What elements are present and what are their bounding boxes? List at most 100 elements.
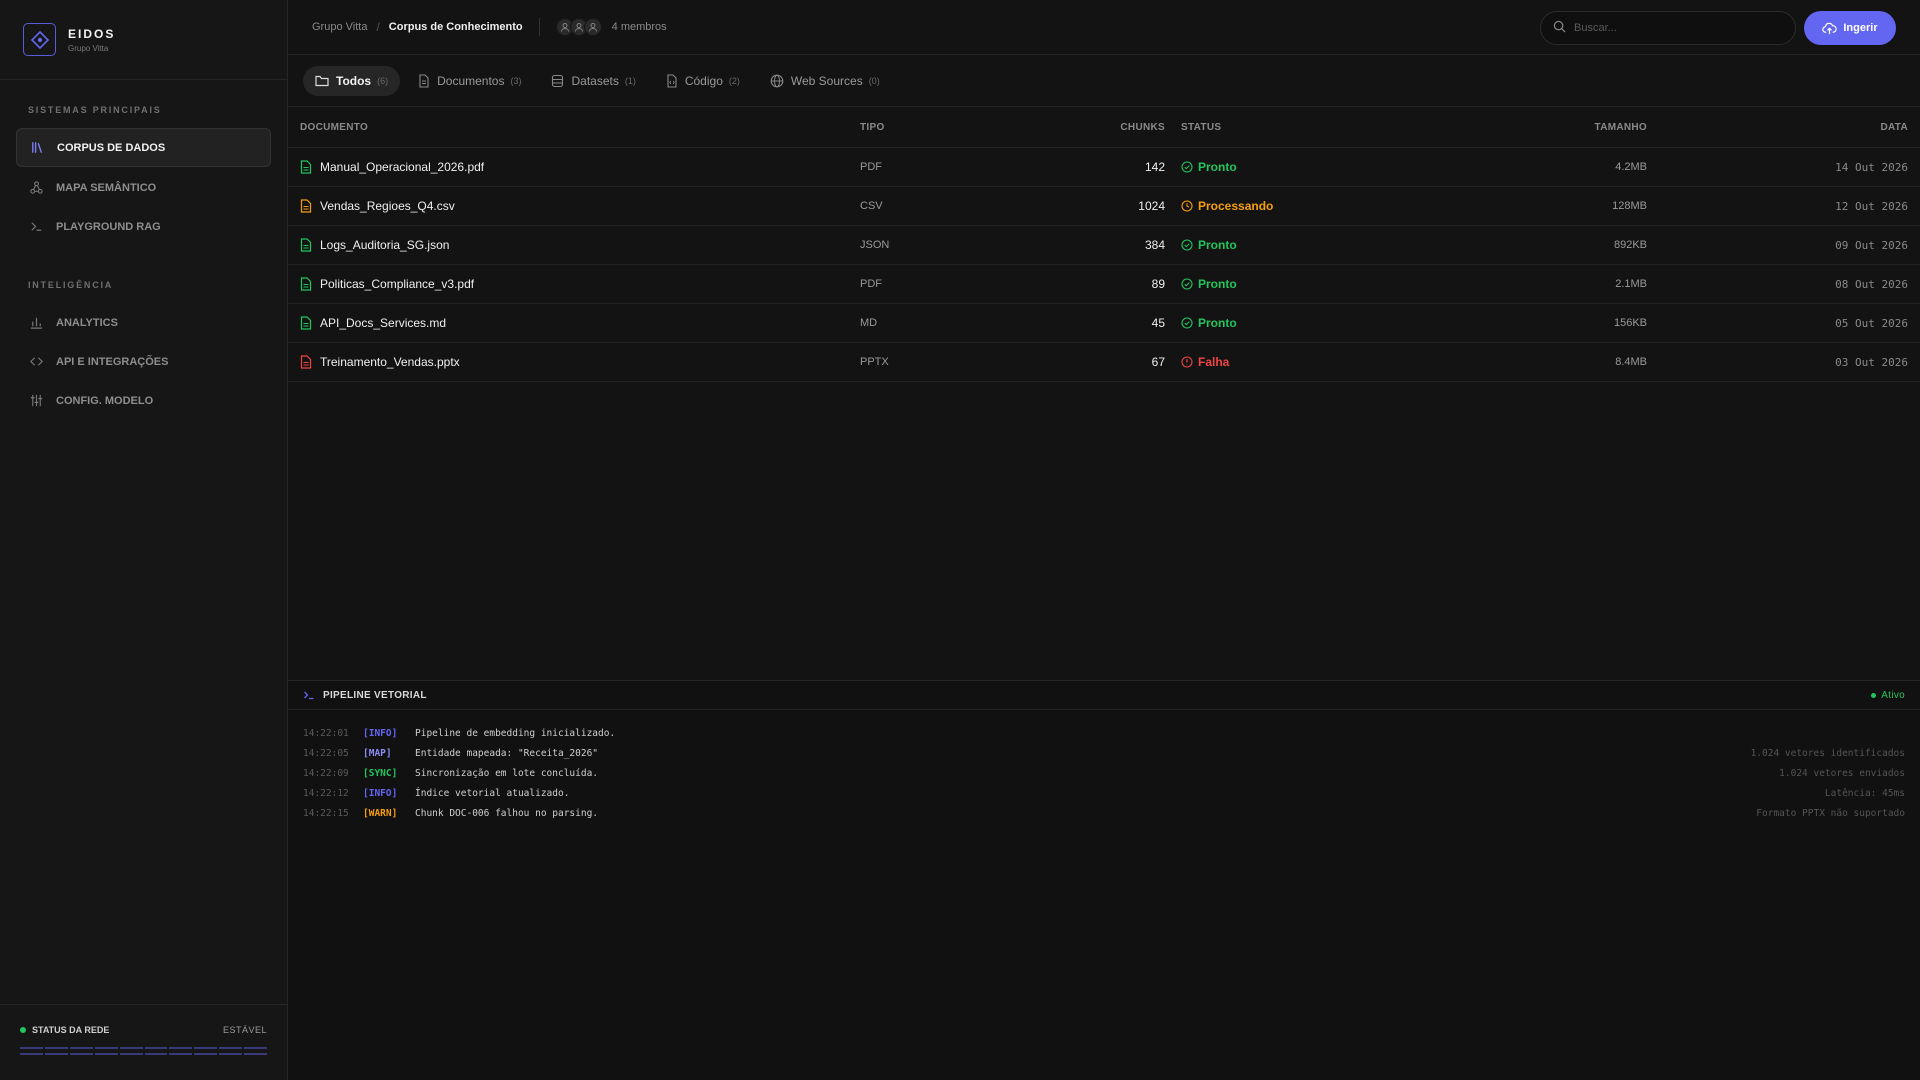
cell-chunks: 89 [1151, 277, 1165, 291]
table-row[interactable]: API_Docs_Services.md MD 45 Pronto 156KB … [288, 304, 1920, 343]
pipeline-status-label: Ativo [1881, 689, 1905, 701]
check-circle-icon [1181, 278, 1193, 290]
file-icon [419, 73, 429, 88]
section-label-principais: Sistemas Principais [28, 105, 162, 115]
cell-tipo: PDF [860, 278, 882, 290]
cell-tipo: PDF [860, 161, 882, 173]
sidebar-item-corpus[interactable]: CORPUS DE DADOS [16, 128, 271, 167]
sliders-icon [28, 393, 44, 409]
log-tag: [INFO] [363, 727, 398, 739]
status-label: Falha [1198, 355, 1230, 369]
status-badge: Pronto [1181, 277, 1237, 291]
search-icon [1553, 20, 1566, 36]
log-message: Chunk DOC-006 falhou no parsing. [415, 807, 599, 819]
file-icon [300, 199, 312, 213]
cell-tamanho: 892KB [1613, 239, 1647, 251]
cell-documento: Treinamento_Vendas.pptx [300, 355, 460, 369]
status-label: Processando [1198, 199, 1274, 213]
log-meta: 1.024 vetores identificados [1750, 747, 1905, 759]
log-time: 14:22:05 [303, 747, 349, 759]
tab-todos[interactable]: Todos (6) [303, 65, 401, 96]
bar-chart-icon [28, 315, 44, 331]
tab-web-sources[interactable]: Web Sources (0) [758, 66, 892, 96]
section-label-inteligencia: Inteligência [28, 280, 114, 290]
network-bars [20, 1047, 268, 1055]
document-name[interactable]: Manual_Operacional_2026.pdf [320, 160, 484, 174]
breadcrumb-root[interactable]: Grupo Vitta [312, 21, 367, 33]
sidebar-item-config[interactable]: CONFIG. MODELO [16, 381, 271, 420]
pipeline-header: PIPELINE VETORIAL Ativo [288, 681, 1920, 710]
terminal-icon [28, 219, 44, 235]
sidebar-item-api[interactable]: API E INTEGRAÇÕES [16, 342, 271, 381]
col-documento[interactable]: DOCUMENTO [300, 122, 368, 133]
tab-datasets[interactable]: Datasets (1) [539, 66, 647, 96]
cell-chunks: 45 [1151, 316, 1165, 330]
brand[interactable]: EIDOS Grupo Vitta [0, 0, 287, 80]
library-icon [29, 140, 45, 156]
status-label: Pronto [1198, 316, 1237, 330]
cell-tamanho: 2.1MB [1615, 278, 1647, 290]
code-icon [28, 354, 44, 370]
tab-codigo[interactable]: Código (2) [654, 66, 752, 96]
table-row[interactable]: Logs_Auditoria_SG.json JSON 384 Pronto 8… [288, 226, 1920, 265]
log-meta: 1.024 vetores enviados [1779, 767, 1905, 779]
divider [538, 18, 540, 36]
check-circle-icon [1181, 239, 1193, 251]
col-tamanho[interactable]: TAMANHO [1595, 122, 1647, 133]
cell-data: 05 Out 2026 [1835, 316, 1908, 330]
status-badge: Pronto [1181, 316, 1237, 330]
database-icon [552, 74, 564, 87]
cell-tamanho: 156KB [1613, 317, 1647, 329]
cell-data: 09 Out 2026 [1835, 238, 1908, 252]
folder-icon [315, 75, 329, 86]
col-status[interactable]: STATUS [1181, 122, 1221, 133]
table-row[interactable]: Treinamento_Vendas.pptx PPTX 67 Falha 8.… [288, 343, 1920, 382]
sidebar-item-mapa[interactable]: MAPA SEMÂNTICO [16, 168, 271, 207]
cell-tamanho: 4.2MB [1615, 161, 1647, 173]
ingest-label: Ingerir [1843, 22, 1878, 34]
sidebar-item-playground[interactable]: PLAYGROUND RAG [16, 207, 271, 246]
log-list: 14:22:01 [INFO] Pipeline de embedding in… [288, 710, 1920, 823]
log-tag: [SYNC] [363, 767, 398, 779]
members-count[interactable]: 4 membros [612, 21, 667, 33]
document-name[interactable]: API_Docs_Services.md [320, 316, 446, 330]
search-box[interactable] [1540, 11, 1796, 45]
globe-icon [770, 74, 784, 87]
code-file-icon [667, 73, 677, 88]
col-tipo[interactable]: TIPO [860, 122, 885, 133]
sidebar-item-label: CORPUS DE DADOS [57, 141, 166, 154]
breadcrumb-separator: / [376, 20, 380, 34]
cell-documento: Politicas_Compliance_v3.pdf [300, 277, 474, 291]
log-tag: [MAP] [363, 747, 392, 759]
document-name[interactable]: Logs_Auditoria_SG.json [320, 238, 449, 252]
table-row[interactable]: Vendas_Regioes_Q4.csv CSV 1024 Processan… [288, 187, 1920, 226]
document-name[interactable]: Politicas_Compliance_v3.pdf [320, 277, 474, 291]
sidebar-item-analytics[interactable]: ANALYTICS [16, 303, 271, 342]
cell-documento: Manual_Operacional_2026.pdf [300, 160, 484, 174]
file-icon [300, 238, 312, 252]
search-input[interactable] [1574, 22, 1774, 34]
cloud-upload-icon [1822, 22, 1838, 34]
tab-documentos[interactable]: Documentos (3) [406, 66, 533, 96]
cell-tipo: CSV [860, 200, 883, 212]
log-time: 14:22:15 [303, 807, 349, 819]
document-name[interactable]: Treinamento_Vendas.pptx [320, 355, 460, 369]
document-name[interactable]: Vendas_Regioes_Q4.csv [320, 199, 455, 213]
status-label: Pronto [1198, 160, 1237, 174]
cell-tamanho: 8.4MB [1615, 356, 1647, 368]
col-chunks[interactable]: CHUNKS [1120, 122, 1165, 133]
table-row[interactable]: Manual_Operacional_2026.pdf PDF 142 Pron… [288, 148, 1920, 187]
file-icon [300, 316, 312, 330]
status-label: Pronto [1198, 277, 1237, 291]
table-row[interactable]: Politicas_Compliance_v3.pdf PDF 89 Pront… [288, 265, 1920, 304]
cell-chunks: 67 [1151, 355, 1165, 369]
ingest-button[interactable]: Ingerir [1804, 11, 1896, 45]
breadcrumb-current: Corpus de Conhecimento [388, 21, 523, 33]
network-value: ESTÁVEL [222, 1025, 267, 1035]
cell-data: 03 Out 2026 [1835, 355, 1908, 369]
member-avatars[interactable] [555, 18, 602, 36]
tab-label: Web Sources [790, 73, 863, 88]
cell-data: 14 Out 2026 [1835, 160, 1908, 174]
col-data[interactable]: DATA [1881, 122, 1909, 133]
status-badge: Pronto [1181, 238, 1237, 252]
